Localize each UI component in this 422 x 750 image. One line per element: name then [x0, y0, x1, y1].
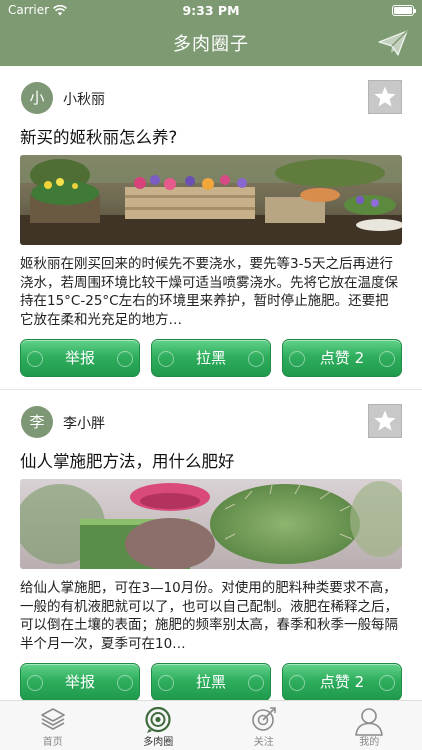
page-title: 多肉圈子	[173, 34, 249, 55]
navigation-bar: Carrier 9:33 PM 多肉圈子	[0, 0, 422, 66]
person-icon	[355, 708, 384, 736]
favorite-button[interactable]	[368, 404, 402, 438]
star-icon	[374, 410, 396, 431]
tab-label: 关注	[253, 737, 274, 748]
username[interactable]: 小秋丽	[63, 89, 105, 109]
post-feed[interactable]: 小 小秋丽 新买的姬秋丽怎么养? 姬秋丽在刚买回来的时候先不要浇水，要先等3-5…	[0, 66, 422, 700]
post-title: 仙人掌施肥方法，用什么肥好	[20, 452, 235, 471]
post-actions: 举报 拉黑 点赞 2	[20, 339, 402, 377]
post-card[interactable]: 李 李小胖 仙人掌施肥方法，用什么肥好 给仙人掌施肥，可在3—10月份。对使用的…	[0, 390, 422, 700]
status-bar: Carrier 9:33 PM	[0, 0, 422, 22]
star-icon	[374, 86, 396, 107]
circle-target-icon	[145, 706, 171, 733]
post-image[interactable]	[20, 155, 402, 245]
tab-label: 多肉圈	[143, 737, 174, 748]
avatar[interactable]: 李	[21, 406, 53, 438]
battery-icon	[392, 5, 416, 16]
status-time: 9:33 PM	[182, 3, 240, 18]
report-button[interactable]: 举报	[20, 663, 140, 700]
tab-home[interactable]: 首页	[0, 701, 106, 750]
tab-circle[interactable]: 多肉圈	[106, 701, 212, 750]
tab-bar: 首页 多肉圈 关注 我的	[0, 700, 422, 750]
post-card[interactable]: 小 小秋丽 新买的姬秋丽怎么养? 姬秋丽在刚买回来的时候先不要浇水，要先等3-5…	[0, 66, 422, 390]
tab-follow[interactable]: 关注	[211, 701, 317, 750]
post-image[interactable]	[20, 479, 402, 569]
post-content: 给仙人掌施肥，可在3—10月份。对使用的肥料种类要求不高，一般的有机液肥就可以了…	[20, 580, 398, 652]
report-button[interactable]: 举报	[20, 339, 140, 377]
tab-mine[interactable]: 我的	[317, 701, 422, 750]
send-icon[interactable]	[378, 30, 408, 56]
username[interactable]: 李小胖	[63, 413, 105, 433]
post-title: 新买的姬秋丽怎么养?	[20, 128, 178, 147]
tab-label: 首页	[42, 737, 63, 748]
focus-icon	[251, 707, 276, 731]
post-content: 姬秋丽在刚买回来的时候先不要浇水，要先等3-5天之后再进行浇水，若周围环境比较干…	[20, 256, 398, 328]
block-button[interactable]: 拉黑	[151, 663, 271, 700]
post-actions: 举报 拉黑 点赞 2	[20, 663, 402, 700]
layers-icon	[40, 708, 65, 730]
like-button[interactable]: 点赞 2	[282, 339, 402, 377]
tab-label: 我的	[359, 737, 380, 748]
block-button[interactable]: 拉黑	[151, 339, 271, 377]
like-button[interactable]: 点赞 2	[282, 663, 402, 700]
favorite-button[interactable]	[368, 80, 402, 114]
avatar[interactable]: 小	[21, 82, 53, 114]
